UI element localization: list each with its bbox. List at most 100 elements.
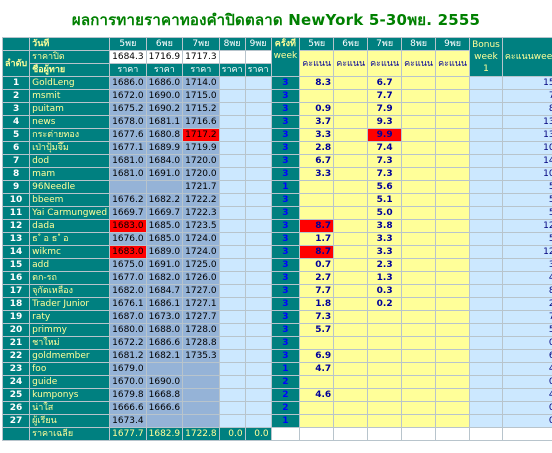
score-cell[interactable] [299, 206, 335, 220]
score-cell[interactable] [401, 232, 437, 246]
guess-price[interactable] [218, 284, 246, 298]
player-name[interactable]: เป่าปุ้มจึ๊ม [29, 141, 111, 155]
score-cell[interactable] [401, 206, 437, 220]
close-price[interactable]: 1684.3 [109, 50, 147, 64]
score-date-header[interactable]: 9พย [435, 37, 471, 51]
row-number[interactable]: 26 [1, 401, 31, 415]
total-score[interactable]: 8.8 [501, 102, 552, 116]
guess-price[interactable] [244, 258, 272, 272]
guess-price[interactable]: 1679.8 [109, 388, 147, 402]
guess-price[interactable]: 1723.5 [182, 219, 220, 233]
score-cell[interactable] [333, 89, 369, 103]
score-cell[interactable] [401, 336, 437, 350]
guess-price[interactable] [218, 167, 246, 181]
total-score[interactable]: 7.3 [501, 310, 552, 324]
guess-price[interactable] [244, 284, 272, 298]
date-header[interactable]: 6พย [145, 37, 184, 51]
score-cell[interactable]: 0.9 [299, 102, 335, 116]
guess-price[interactable]: 1684.0 [145, 154, 184, 168]
week-count[interactable]: 3 [270, 141, 301, 155]
score-cell[interactable]: 2.3 [367, 258, 403, 272]
total-score[interactable]: 5.0 [501, 206, 552, 220]
guess-price[interactable]: 1681.1 [145, 115, 184, 129]
total-score[interactable]: 4.6 [501, 388, 552, 402]
bonus-cell[interactable] [469, 206, 503, 220]
footer-blank[interactable] [299, 427, 335, 441]
score-cell[interactable] [333, 310, 369, 324]
score-cell[interactable] [435, 375, 471, 389]
guess-price[interactable]: 1682.0 [145, 271, 184, 285]
row-number[interactable]: 11 [1, 206, 31, 220]
score-date-header[interactable]: 6พย [333, 37, 369, 51]
score-cell[interactable] [401, 401, 437, 415]
score-cell[interactable]: 9.9 [367, 128, 403, 142]
guess-price[interactable] [244, 323, 272, 337]
score-cell[interactable] [299, 336, 335, 350]
score-cell[interactable] [435, 128, 471, 142]
score-cell[interactable] [401, 375, 437, 389]
guess-price[interactable] [218, 401, 246, 415]
score-cell[interactable]: 5.0 [367, 206, 403, 220]
guess-price[interactable] [218, 349, 246, 363]
score-cell[interactable] [333, 388, 369, 402]
score-cell[interactable] [401, 258, 437, 272]
score-cell[interactable]: 7.7 [299, 284, 335, 298]
score-cell[interactable] [401, 245, 437, 259]
week-count[interactable]: 3 [270, 167, 301, 181]
score-cell[interactable] [435, 401, 471, 415]
score-cell[interactable] [333, 401, 369, 415]
guess-price[interactable] [218, 271, 246, 285]
guess-price[interactable]: 1676.2 [109, 193, 147, 207]
week-count[interactable]: 3 [270, 323, 301, 337]
bonus-cell[interactable] [469, 336, 503, 350]
table-row[interactable]: 22goldmember1681.21682.11735.336.96.9 [1, 349, 552, 363]
guess-price[interactable]: 1669.7 [145, 206, 184, 220]
total-score[interactable]: 0.0 [501, 336, 552, 350]
score-cell[interactable] [367, 401, 403, 415]
score-cell[interactable] [333, 115, 369, 129]
player-name[interactable]: ธ ํ อ ธ ํ อ [29, 232, 111, 246]
bonus-cell[interactable] [469, 102, 503, 116]
row-number[interactable]: 9 [1, 180, 31, 194]
guess-price[interactable]: 1672.0 [109, 89, 147, 103]
footer-blank[interactable] [270, 427, 301, 441]
guess-price[interactable] [145, 362, 184, 376]
guess-price[interactable]: 1690.0 [145, 375, 184, 389]
score-cell[interactable] [435, 271, 471, 285]
row-number[interactable]: 21 [1, 336, 31, 350]
bonus-cell[interactable] [469, 219, 503, 233]
score-cell[interactable] [333, 297, 369, 311]
bonus-cell[interactable] [469, 388, 503, 402]
guess-price[interactable] [218, 180, 246, 194]
bonus-cell[interactable] [469, 349, 503, 363]
bonus-cell[interactable] [469, 375, 503, 389]
score-cell[interactable] [299, 89, 335, 103]
guess-price[interactable]: 1669.7 [109, 206, 147, 220]
table-row[interactable]: 26น่าใส1666.61666.620.0 [1, 401, 552, 415]
guess-price[interactable]: 1715.0 [182, 89, 220, 103]
score-cell[interactable] [401, 219, 437, 233]
score-cell[interactable] [333, 167, 369, 181]
guess-price[interactable] [218, 336, 246, 350]
row-number[interactable]: 20 [1, 323, 31, 337]
score-cell[interactable] [401, 362, 437, 376]
table-row[interactable]: 18 Trader Junior 1676.1 1686.1 1727.1 3 1.8 0.2… [1, 297, 552, 311]
score-cell[interactable] [367, 375, 403, 389]
guess-price[interactable]: 1666.6 [145, 401, 184, 415]
score-cell[interactable] [401, 349, 437, 363]
bonus-cell[interactable] [469, 128, 503, 142]
player-name[interactable]: ผู้เรียน [29, 414, 111, 428]
player-name[interactable]: add [29, 258, 111, 272]
date-label[interactable]: วันที่ [29, 37, 111, 51]
guess-price[interactable]: 1719.9 [182, 141, 220, 155]
footer-blank[interactable] [401, 427, 437, 441]
score-cell[interactable]: 8.3 [299, 76, 335, 90]
guess-price[interactable]: 1728.0 [182, 323, 220, 337]
score-cell[interactable] [401, 154, 437, 168]
score-cell[interactable]: 5.1 [367, 193, 403, 207]
bonus-cell[interactable] [469, 89, 503, 103]
player-name[interactable]: dod [29, 154, 111, 168]
guess-price[interactable] [244, 349, 272, 363]
guess-price[interactable] [244, 102, 272, 116]
score-cell[interactable] [401, 271, 437, 285]
